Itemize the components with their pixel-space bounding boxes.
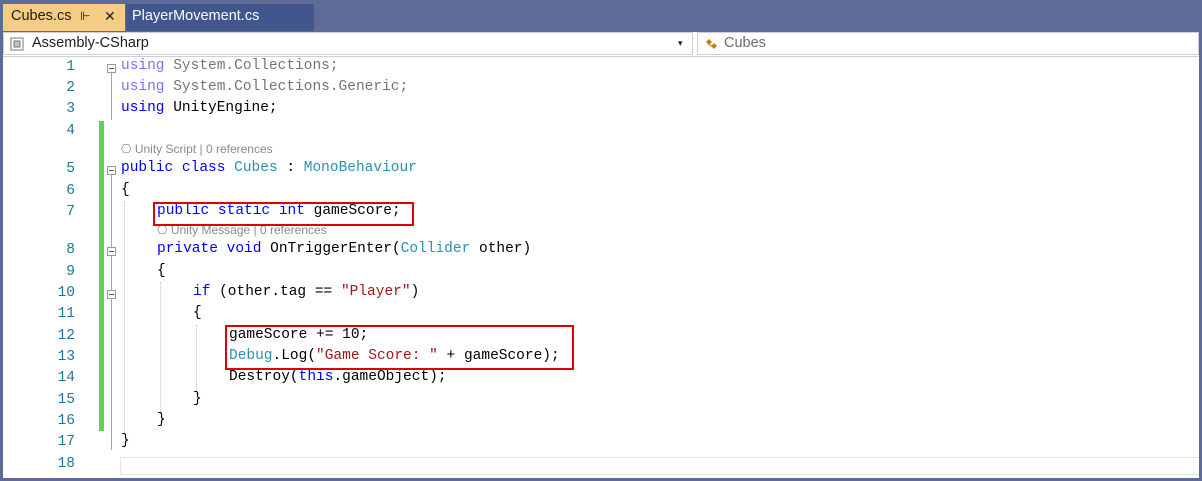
line-number: 7 [66,204,75,220]
line-number: 6 [66,183,75,199]
code-line-15: } [193,391,202,407]
highlight-box-static-field [153,202,414,226]
code-token: using [121,100,165,116]
indent-guide [124,201,125,433]
codelens-class[interactable]: ⎔ Unity Script | 0 references [121,142,273,156]
member-label: Cubes [724,35,766,51]
line-number: 8 [66,242,75,258]
line-number: 13 [57,349,75,365]
line-number: 12 [57,328,75,344]
code-token: Collider [400,241,471,257]
outline-line [111,175,112,450]
code-token: using [121,79,165,95]
code-token: class [181,160,226,176]
line-number: 9 [66,264,75,280]
tab-label: PlayerMovement.cs [132,8,260,24]
line-number: 4 [66,123,75,139]
line-number: 5 [66,161,75,177]
code-token: OnTriggerEnter( [261,241,401,257]
line-number: 17 [57,434,75,450]
indent-guide [196,325,197,391]
tab-playermovement-cs[interactable]: PlayerMovement.cs [126,4,314,31]
code-token: : [277,160,304,176]
current-line-highlight [120,457,1199,475]
unity-icon: ⎔ [121,142,135,156]
code-token: public [121,160,174,176]
project-dropdown[interactable]: Assembly-CSharp ▾ [3,32,693,55]
indent-guide [160,282,161,412]
code-token: this [298,369,334,385]
code-token: MonoBehaviour [303,160,417,176]
tab-label: Cubes.cs [11,8,72,24]
line-number: 18 [57,456,75,472]
code-token: .gameObject); [333,369,447,385]
code-token: (other.tag == [210,284,341,300]
code-token: Destroy( [229,369,299,385]
visual-studio-window: Cubes.cs ⊩ ✕ PlayerMovement.cs Assembly-… [0,0,1202,481]
code-token: other) [470,241,532,257]
line-number: 15 [57,392,75,408]
code-token: UnityEngine; [164,100,278,116]
line-number: 14 [57,370,75,386]
code-line-17: } [121,433,130,449]
collapse-icon[interactable] [107,166,116,175]
code-line-3: using UnityEngine; [121,100,278,116]
code-token: System.Collections; [164,58,339,74]
line-number: 3 [66,101,75,117]
class-icon [706,39,717,49]
code-line-1: using System.Collections; [121,58,339,74]
line-number: 16 [57,413,75,429]
code-token: if [193,284,211,300]
line-number: 11 [57,306,75,322]
collapse-icon[interactable] [107,247,116,256]
code-token: Cubes [234,160,278,176]
csharp-project-icon [10,37,24,51]
code-line-2: using System.Collections.Generic; [121,79,408,95]
highlight-box-score-update [225,325,574,370]
code-line-8: private void OnTriggerEnter(Collider oth… [157,241,531,257]
code-token: "Player" [340,284,411,300]
chevron-down-icon[interactable]: ▾ [678,33,683,54]
document-tab-bar: Cubes.cs ⊩ ✕ PlayerMovement.cs [0,0,1202,31]
navigation-bar: Assembly-CSharp ▾ Cubes [3,32,1199,57]
pin-icon[interactable]: ⊩ [80,4,90,29]
code-token: private [157,241,218,257]
line-number: 2 [66,80,75,96]
code-line-11: { [193,305,202,321]
code-line-10: if (other.tag == "Player") [193,284,419,300]
code-token: void [226,241,262,257]
code-editor[interactable]: 1 2 3 4 5 6 7 8 9 10 11 12 13 14 15 16 1… [3,57,1199,478]
line-number: 10 [57,285,75,301]
project-label: Assembly-CSharp [32,35,149,51]
code-line-16: } [157,412,166,428]
code-token: ) [410,284,420,300]
close-icon[interactable]: ✕ [104,4,116,29]
change-indicator-bar [99,121,104,431]
code-token: using [121,58,165,74]
code-token: System.Collections.Generic; [164,79,409,95]
code-line-6: { [121,182,130,198]
tab-cubes-cs[interactable]: Cubes.cs ⊩ ✕ [3,4,125,31]
line-number: 1 [66,59,75,75]
outline-line [111,73,112,120]
code-line-5: public class Cubes : MonoBehaviour [121,160,417,176]
collapse-icon[interactable] [107,64,116,73]
codelens-text: Unity Script | 0 references [134,142,273,156]
member-dropdown[interactable]: Cubes [697,32,1199,55]
code-line-14: Destroy(this.gameObject); [229,369,447,385]
collapse-icon[interactable] [107,290,116,299]
code-line-9: { [157,263,166,279]
